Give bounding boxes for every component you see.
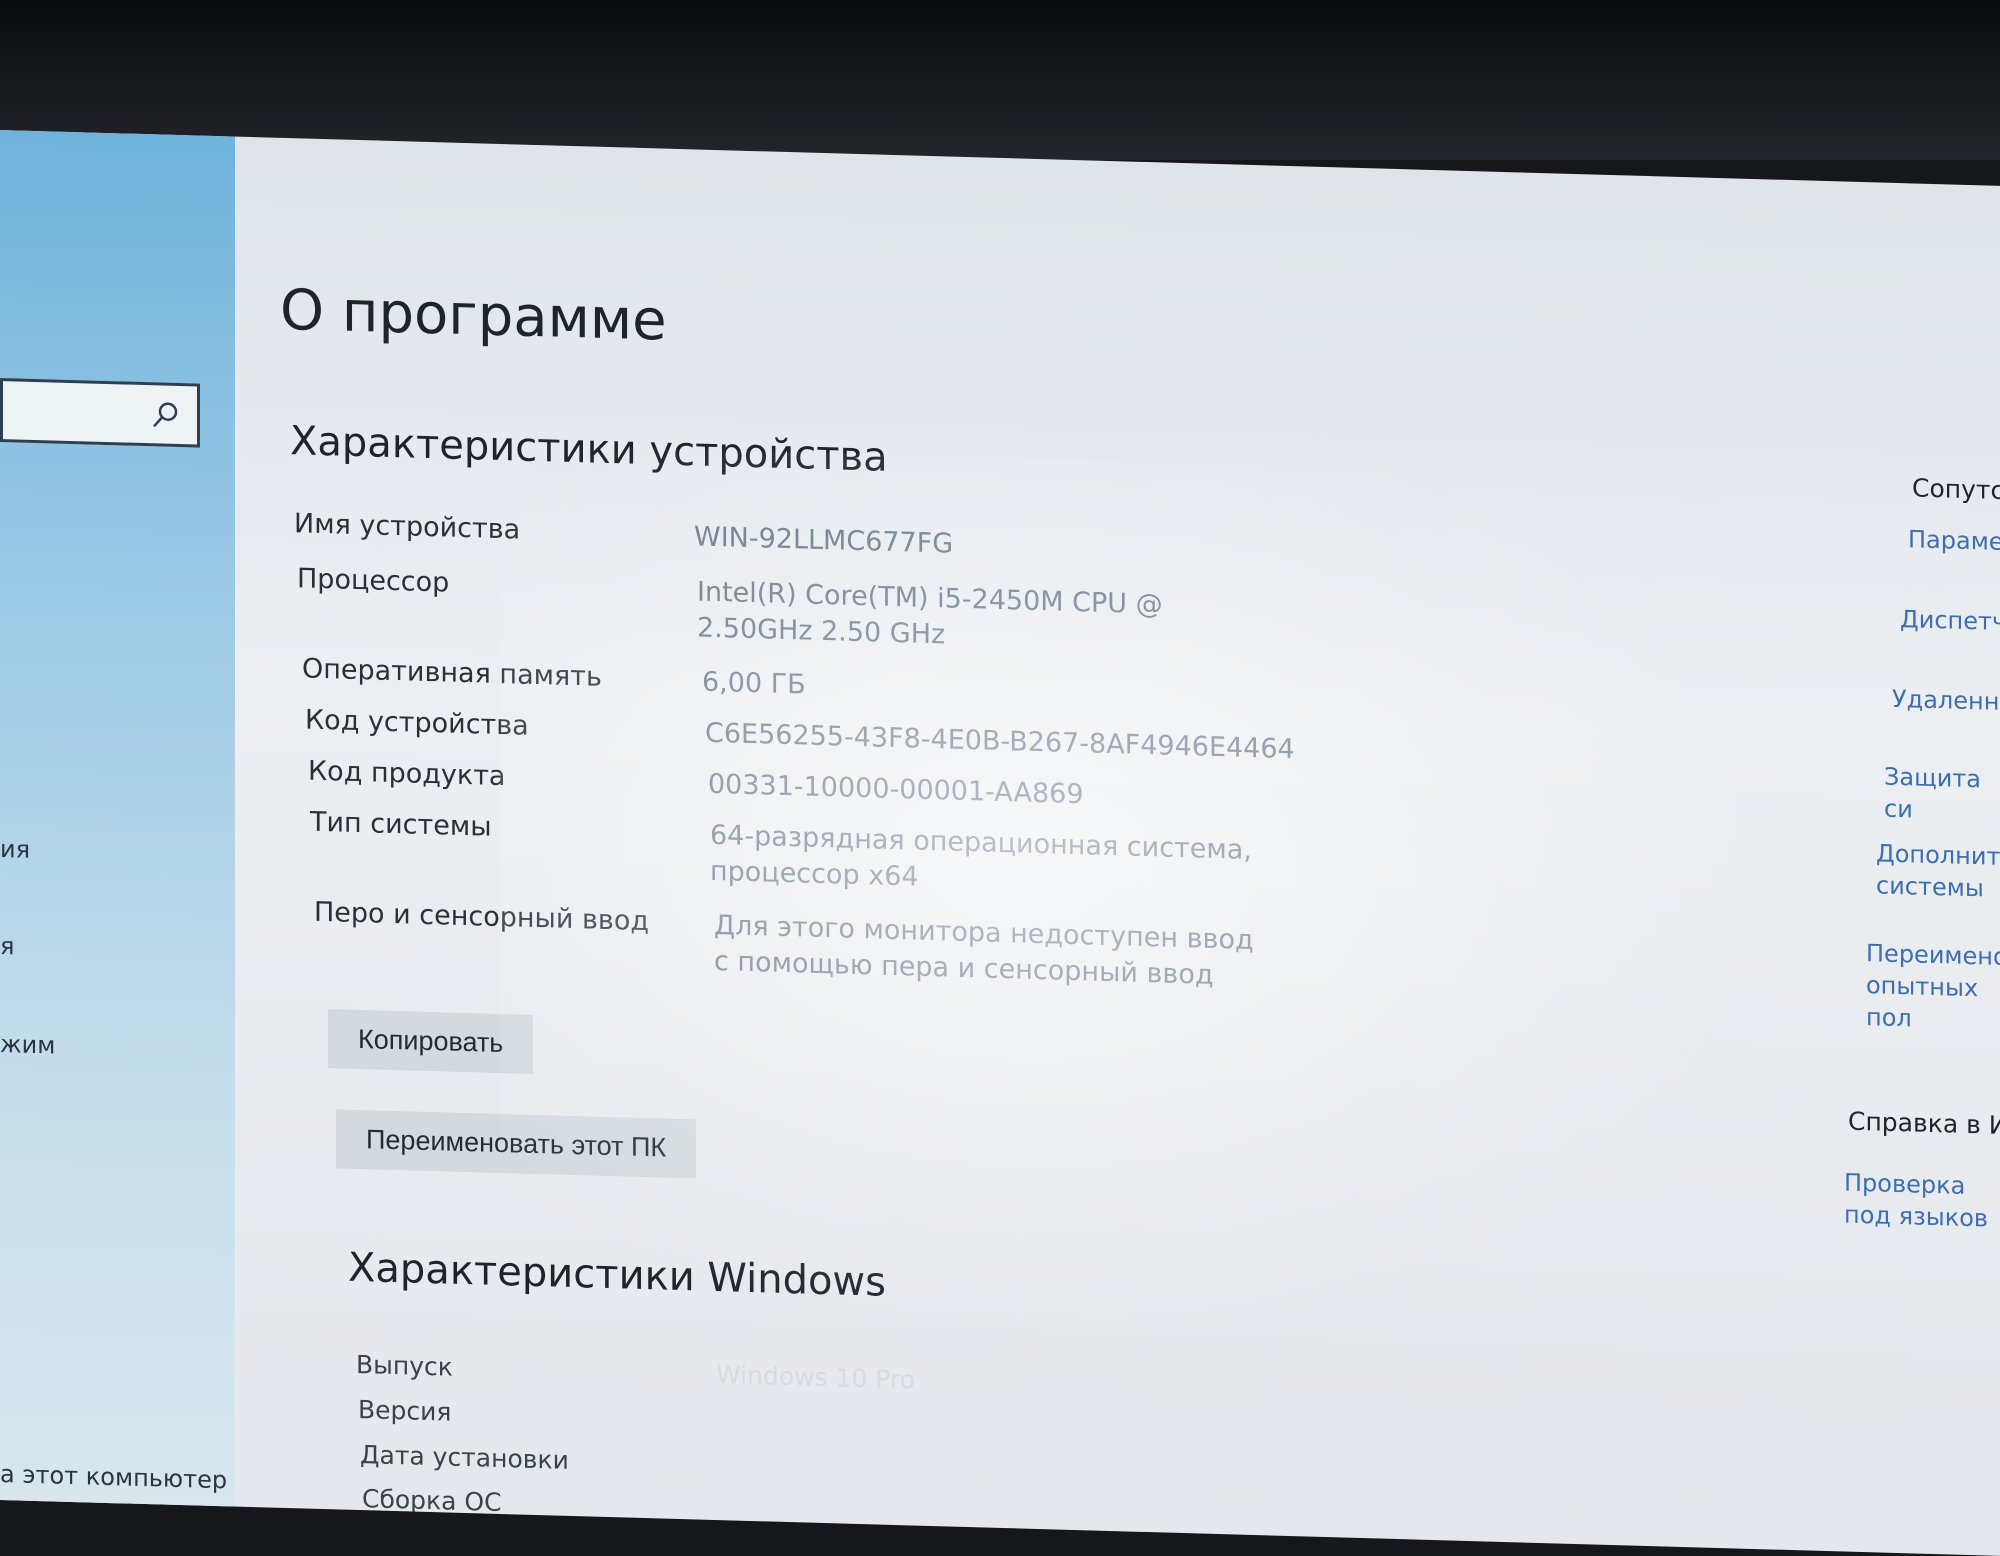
- sidebar-item-3[interactable]: жим: [0, 1030, 55, 1060]
- spec-label: Код продукта: [308, 755, 506, 793]
- win-row-os-build: Сборка ОС: [362, 1484, 1362, 1517]
- win-row-install-date: Дата установки: [360, 1440, 1360, 1475]
- related-link-1[interactable]: Параме: [1908, 523, 2000, 558]
- spec-value: C6E56255-43F8-4E0B-B267-8AF4946E4464: [705, 717, 1295, 766]
- related-link-2[interactable]: Диспетч: [1900, 603, 2000, 638]
- spec-value: WIN-92LLMC677FG: [694, 521, 954, 560]
- spec-value: 64-разрядная операционная система, проце…: [710, 819, 1252, 893]
- win-row-edition: Выпуск Windows 10 Pro: [356, 1350, 1356, 1395]
- help-link-1[interactable]: Проверка под языков: [1844, 1167, 2000, 1235]
- spec-label: Версия: [358, 1394, 452, 1427]
- spec-row-device-name: Имя устройства WIN-92LLMC677FG: [294, 508, 1394, 559]
- spec-label: Код устройства: [305, 704, 529, 742]
- sidebar-item-about[interactable]: а этот компьютер: [0, 1460, 227, 1494]
- related-link-5[interactable]: Дополните системы: [1876, 837, 2000, 905]
- sidebar-item-2[interactable]: я: [0, 932, 14, 960]
- spec-label: Дата установки: [360, 1440, 569, 1475]
- spec-label: Имя устройства: [294, 508, 521, 546]
- search-input[interactable]: [0, 378, 200, 448]
- related-settings-heading: Сопутс: [1912, 473, 2000, 505]
- windows-specs-heading: Характеристики Windows: [348, 1244, 886, 1306]
- spec-value: Intel(R) Core(TM) i5-2450M CPU @ 2.50GHz…: [697, 576, 1163, 651]
- spec-label: Выпуск: [356, 1349, 453, 1382]
- win-row-version: Версия: [358, 1395, 1358, 1427]
- main-content: О программе Характеристики устройства Им…: [280, 138, 1840, 1556]
- spec-value: Для этого монитора недоступен ввод с пом…: [714, 909, 1254, 991]
- settings-window: ия я жим а этот компьютер О программе Ха…: [0, 130, 2000, 1556]
- related-link-3[interactable]: Удаленны: [1892, 683, 2000, 719]
- help-heading: Справка в Ин: [1848, 1106, 2000, 1141]
- device-specs-heading: Характеристики устройства: [290, 418, 888, 481]
- spec-value: 00331-10000-00001-AA869: [708, 768, 1084, 811]
- spec-label: Процессор: [297, 563, 450, 599]
- sidebar-item-1[interactable]: ия: [0, 835, 30, 864]
- spec-label: Оперативная память: [302, 653, 602, 693]
- spec-value: 6,00 ГБ: [702, 666, 806, 701]
- monitor-bezel: [0, 0, 2000, 160]
- spec-label: Тип системы: [310, 806, 492, 843]
- sidebar: ия я жим а этот компьютер: [0, 130, 235, 1537]
- spec-value: Windows 10 Pro: [716, 1359, 915, 1395]
- related-link-6[interactable]: Переименов опытных пол: [1866, 937, 2000, 1037]
- rename-pc-button[interactable]: Переименовать этот ПК: [336, 1109, 697, 1179]
- spec-label: Сборка ОС: [362, 1484, 502, 1518]
- search-icon[interactable]: [149, 399, 181, 432]
- page-title: О программе: [280, 277, 667, 354]
- related-link-4[interactable]: Защита си: [1884, 761, 2000, 828]
- spec-label: Перо и сенсорный ввод: [314, 896, 650, 938]
- copy-button[interactable]: Копировать: [328, 1009, 534, 1074]
- related-settings-panel: Сопутс Параме Диспетч Удаленны Защита си…: [1840, 181, 2000, 1555]
